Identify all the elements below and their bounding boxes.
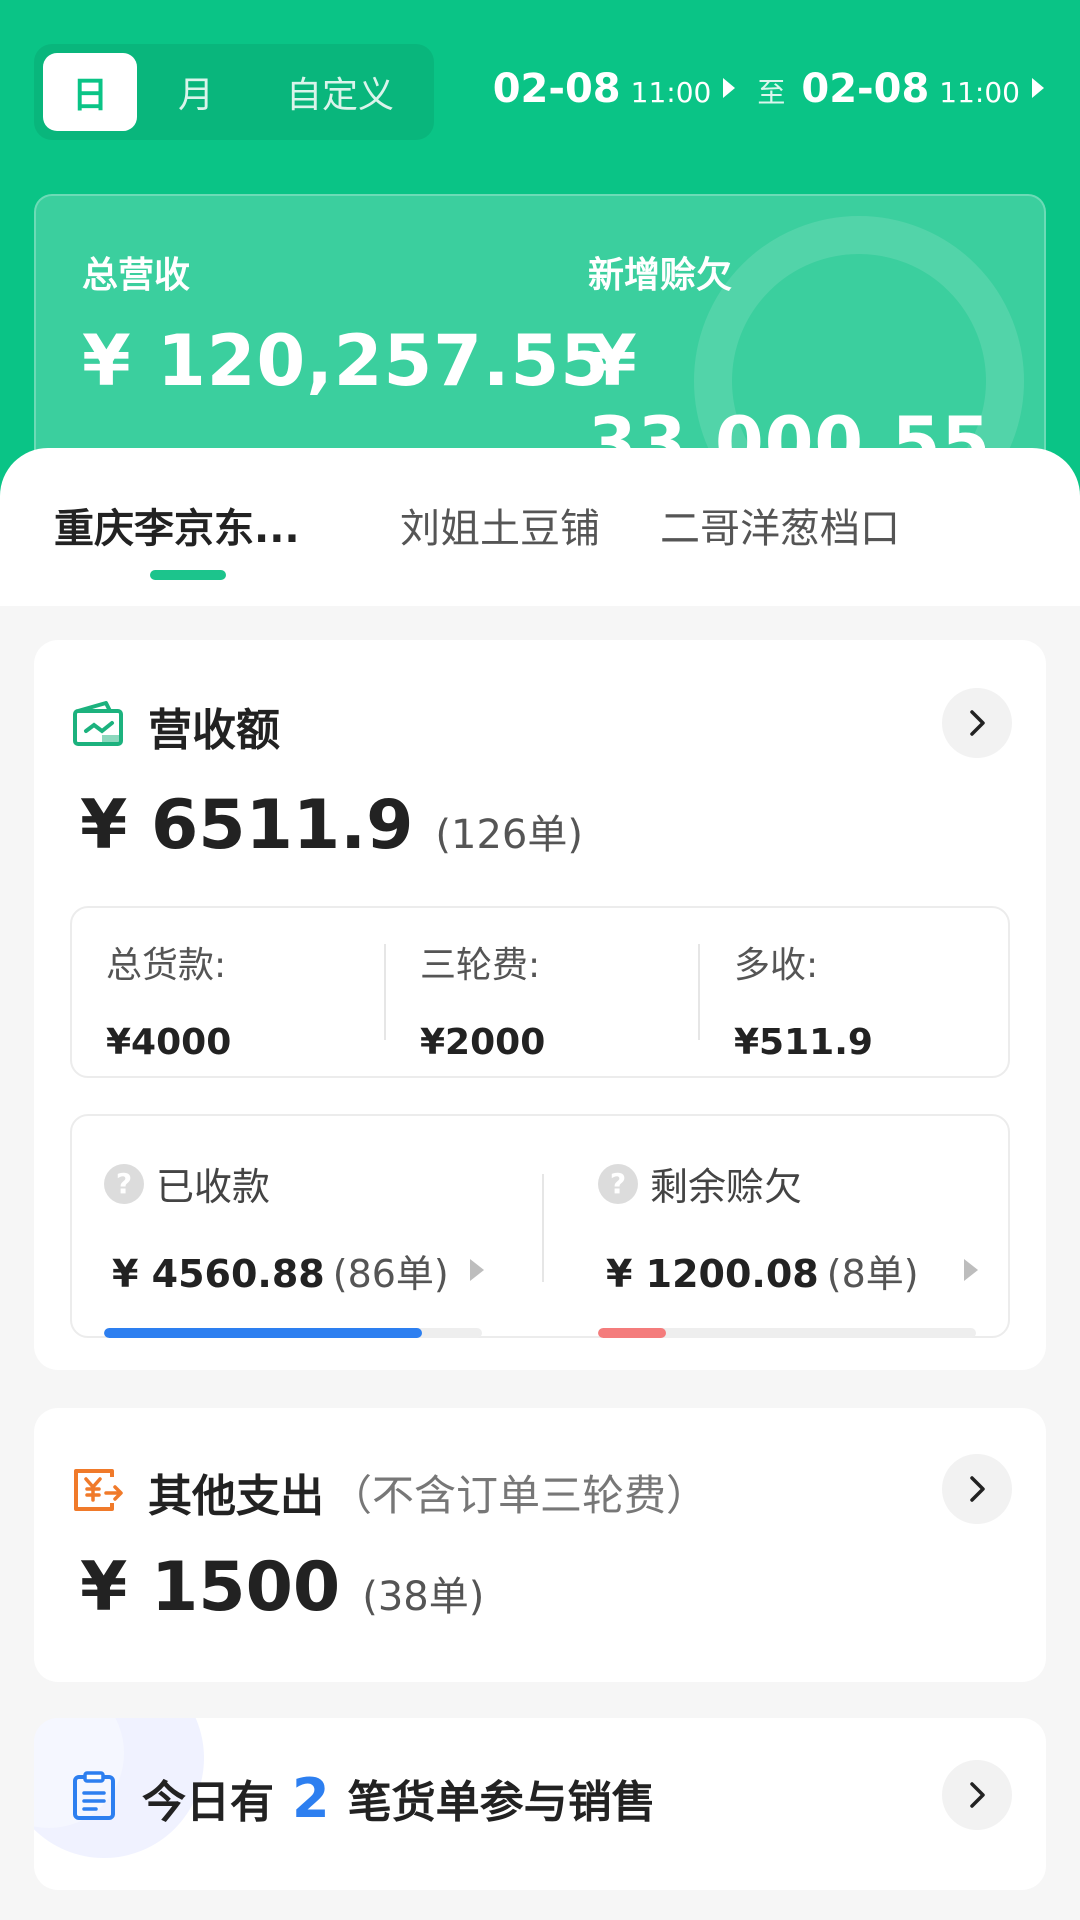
date-range: 02-08 11:00 至 02-08 11:00 (493, 66, 1044, 122)
collected-progress-bar (104, 1328, 482, 1338)
collected-amount: ¥ 4560.88 (112, 1252, 325, 1296)
expenses-subtitle: （不含订单三轮费） (330, 1470, 709, 1520)
remaining-debt-label: 剩余赊欠 (650, 1165, 803, 1209)
remaining-debt-block[interactable]: ? 剩余赊欠 ¥ 1200.08 (8单) (598, 1156, 978, 1338)
expenses-amount: ¥ 1500 (80, 1548, 341, 1627)
page: 日 月 自定义 02-08 11:00 至 02-08 11:00 总营收 ¥ … (0, 0, 1080, 1920)
new-debt-label: 新增赊欠 (588, 255, 733, 296)
total-revenue-label: 总营收 (82, 255, 191, 296)
total-revenue: 总营收 ¥ 120,257.55 (82, 246, 610, 402)
expenses-card: 其他支出 （不含订单三轮费） ¥ 1500 (38单) (34, 1408, 1046, 1682)
breakdown-tricycle-fee: 三轮费: ¥2000 (420, 936, 545, 1063)
revenue-order-count: (126单) (435, 812, 583, 858)
expenses-header: 其他支出 （不含订单三轮费） (72, 1460, 708, 1524)
chevron-right-icon (970, 1476, 985, 1502)
breakdown-value: ¥2000 (420, 1022, 546, 1063)
breakdown-extra: 多收: ¥511.9 (734, 936, 873, 1063)
remaining-debt-progress-fill (598, 1328, 667, 1338)
today-orders-detail-button[interactable] (942, 1760, 1012, 1830)
today-orders-text: 今日有 2 笔货单参与销售 (142, 1766, 656, 1830)
revenue-header: 营收额 (72, 694, 280, 758)
segment-day[interactable]: 日 (43, 53, 137, 131)
revenue-detail-button[interactable] (942, 688, 1012, 758)
wallet-icon (72, 701, 124, 751)
revenue-amount-row: ¥ 6511.9 (126单) (80, 786, 583, 865)
divider (542, 1174, 544, 1282)
chevron-right-icon (970, 710, 985, 736)
clipboard-icon (72, 1771, 116, 1825)
breakdown-goods: 总货款: ¥4000 (106, 936, 231, 1063)
expense-icon (72, 1467, 124, 1517)
revenue-amount: ¥ 6511.9 (80, 786, 414, 865)
range-separator: 至 (757, 76, 786, 109)
revenue-title: 营收额 (148, 705, 280, 756)
remaining-debt-orders: (8单) (826, 1252, 919, 1296)
start-time[interactable]: 11:00 (631, 76, 712, 109)
expenses-detail-button[interactable] (942, 1454, 1012, 1524)
today-order-count: 2 (292, 1767, 330, 1830)
expenses-order-count: (38单) (362, 1574, 485, 1620)
segment-month[interactable]: 月 (137, 53, 255, 131)
expenses-amount-row: ¥ 1500 (38单) (80, 1548, 484, 1627)
divider (384, 944, 386, 1040)
period-segmented-control: 日 月 自定义 (34, 44, 434, 140)
today-orders-card[interactable]: 今日有 2 笔货单参与销售 (34, 1718, 1046, 1890)
help-icon[interactable]: ? (104, 1163, 144, 1204)
collected-progress-fill (104, 1328, 422, 1338)
collected-block[interactable]: ? 已收款 ¥ 4560.88 (86单) (104, 1156, 484, 1338)
collected-label: 已收款 (156, 1165, 271, 1209)
breakdown-label: 三轮费: (420, 945, 541, 986)
remaining-debt-progress-bar (598, 1328, 976, 1338)
divider (698, 944, 700, 1040)
breakdown-value: ¥4000 (106, 1022, 232, 1063)
chevron-right-icon (970, 1782, 985, 1808)
breakdown-value: ¥511.9 (734, 1022, 873, 1063)
breakdown-label: 总货款: (106, 945, 227, 986)
caret-right-icon[interactable] (470, 1259, 484, 1281)
tab-store-2[interactable]: 刘姐土豆铺 (400, 496, 600, 554)
active-tab-indicator (150, 570, 226, 580)
new-debt: 新增赊欠 ¥ 33,000.55 (588, 246, 1044, 472)
today-suffix: 笔货单参与销售 (347, 1777, 656, 1828)
summary-card: 总营收 ¥ 120,257.55 新增赊欠 ¥ 33,000.55 (34, 194, 1046, 474)
revenue-breakdown: 总货款: ¥4000 三轮费: ¥2000 多收: ¥511.9 (70, 906, 1010, 1078)
help-icon[interactable]: ? (598, 1163, 638, 1204)
expenses-title: 其他支出 (148, 1471, 324, 1522)
tab-store-1[interactable]: 重庆李京东... (54, 496, 300, 554)
remaining-debt-amount: ¥ 1200.08 (606, 1252, 819, 1296)
end-time[interactable]: 11:00 (939, 76, 1020, 109)
today-orders-row: 今日有 2 笔货单参与销售 (72, 1766, 656, 1830)
today-prefix: 今日有 (142, 1777, 274, 1828)
segment-custom[interactable]: 自定义 (255, 53, 425, 131)
collection-panel: ? 已收款 ¥ 4560.88 (86单) ? 剩余赊欠 ¥ 1200.08 (… (70, 1114, 1010, 1338)
caret-right-icon[interactable] (964, 1259, 978, 1281)
collected-orders: (86单) (332, 1252, 449, 1296)
tab-store-3[interactable]: 二哥洋葱档口 (660, 496, 900, 554)
start-date[interactable]: 02-08 (493, 66, 621, 112)
store-tabs: 重庆李京东... 刘姐土豆铺 二哥洋葱档口 (0, 448, 1080, 606)
start-caret-icon[interactable] (723, 78, 736, 98)
breakdown-label: 多收: (734, 945, 819, 986)
header: 日 月 自定义 02-08 11:00 至 02-08 11:00 总营收 ¥ … (0, 0, 1080, 500)
total-revenue-value: ¥ 120,257.55 (82, 320, 610, 402)
end-date[interactable]: 02-08 (801, 66, 929, 112)
end-caret-icon[interactable] (1032, 78, 1044, 98)
revenue-card: 营收额 ¥ 6511.9 (126单) 总货款: ¥4000 三轮费: ¥200… (34, 640, 1046, 1370)
